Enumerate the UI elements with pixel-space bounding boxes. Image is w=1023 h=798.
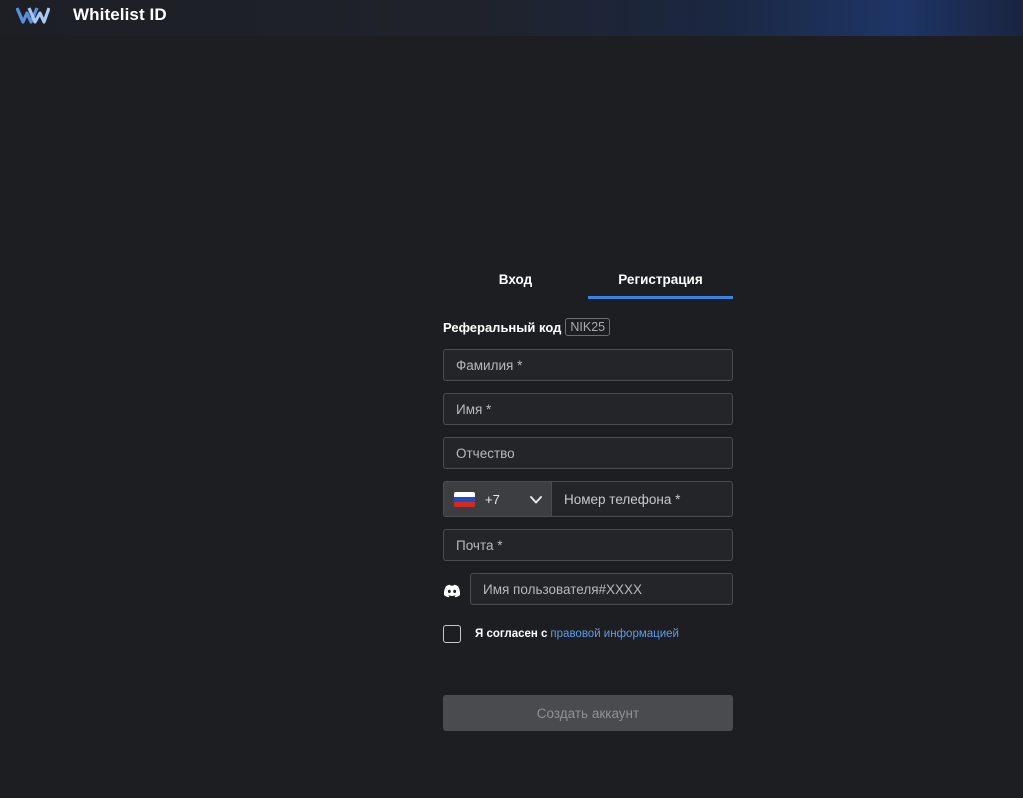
- middle-name-input[interactable]: [443, 437, 733, 469]
- agree-row: Я согласен с правовой информацией: [443, 624, 679, 644]
- discord-username-input[interactable]: [470, 573, 733, 605]
- tab-register[interactable]: Регистрация: [588, 266, 733, 299]
- phone-row: +7: [443, 481, 733, 517]
- country-code-select[interactable]: +7: [443, 481, 552, 517]
- tab-login[interactable]: Вход: [443, 266, 588, 296]
- country-code-value: +7: [485, 492, 500, 507]
- discord-icon: [443, 584, 461, 598]
- create-account-button[interactable]: Создать аккаунт: [443, 695, 733, 731]
- email-input[interactable]: [443, 529, 733, 561]
- phone-number-input[interactable]: [552, 481, 733, 517]
- first-name-input[interactable]: [443, 393, 733, 425]
- chevron-down-icon: [530, 496, 542, 504]
- russia-flag-icon: [454, 492, 475, 507]
- referral-code-badge: NIK25: [565, 318, 611, 336]
- whitelist-logo-icon[interactable]: [16, 6, 50, 24]
- referral-label: Реферальный код: [443, 319, 562, 335]
- legal-info-link[interactable]: правовой информацией: [550, 628, 679, 640]
- agree-text: Я согласен с: [475, 628, 548, 640]
- agree-checkbox[interactable]: [443, 625, 461, 643]
- app-title: Whitelist ID: [73, 5, 167, 24]
- referral-code-row: Реферальный код NIK25: [443, 317, 611, 337]
- top-bar: Whitelist ID: [0, 0, 1023, 36]
- auth-tabs: Вход Регистрация: [443, 266, 733, 299]
- last-name-input[interactable]: [443, 349, 733, 381]
- auth-panel: Вход Регистрация Реферальный код NIK25 +…: [443, 266, 733, 731]
